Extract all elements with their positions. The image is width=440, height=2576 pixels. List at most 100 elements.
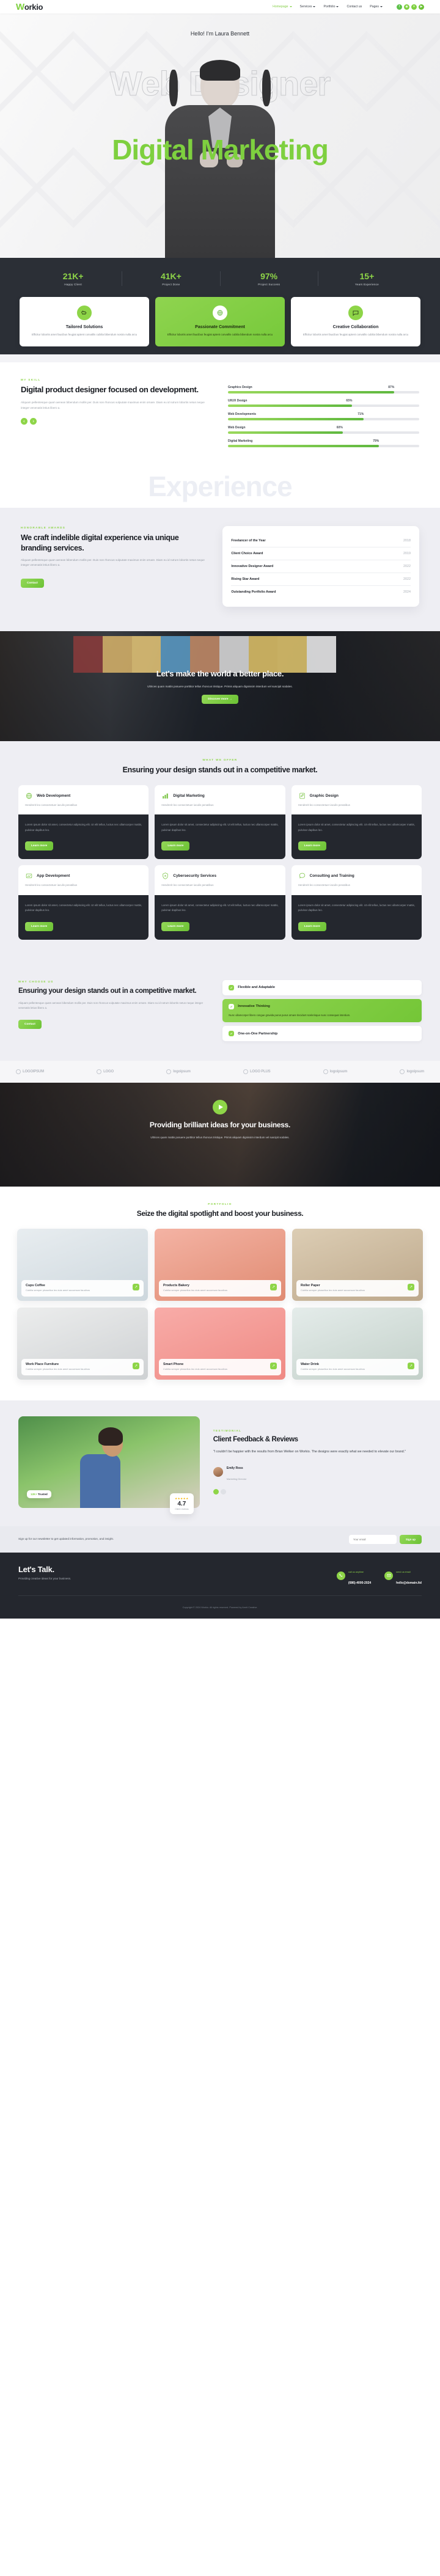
nav-item-services[interactable]: Services (300, 5, 316, 9)
arrow-right-icon[interactable]: ↗ (133, 1363, 139, 1370)
skills-title: Digital product designer focused on deve… (21, 385, 199, 395)
learn-more-button[interactable]: Learn more (161, 921, 190, 931)
badge-number: 12K+ (31, 1492, 37, 1496)
accordion-item-innovative-thinking[interactable]: Innovative Thinking Nunc ullamcorper lib… (222, 998, 422, 1023)
discover-more-button[interactable]: Discover more → (202, 695, 238, 704)
arrow-right-icon[interactable]: ↗ (408, 1363, 414, 1370)
nav-item-pages[interactable]: Pages (370, 5, 383, 9)
social-links: f ◉ ✕ ▶ (397, 4, 424, 10)
testimonial-eyebrow: Testimonial (213, 1429, 242, 1433)
feature-title: Tailored Solutions (65, 325, 103, 329)
check-icon (229, 984, 235, 990)
learn-more-button[interactable]: Learn more (298, 841, 326, 851)
logo-w-mark: W (16, 1, 24, 12)
feature-card-creative-collaboration[interactable]: Creative Collaboration Efficitur loborti… (291, 297, 420, 347)
skill-track (228, 391, 419, 394)
learn-more-button[interactable]: Learn more (25, 921, 54, 931)
learn-more-button[interactable]: Learn more (161, 841, 190, 851)
instagram-icon[interactable]: ◉ (404, 4, 409, 10)
feature-card-tailored-solutions[interactable]: Tailored Solutions Efficitur lobortis am… (20, 297, 149, 347)
awards-list: Freelancer of the Year 2018 Client Choice… (222, 526, 419, 607)
facebook-icon[interactable]: f (397, 4, 402, 10)
logo-mark-icon (243, 1069, 248, 1075)
skill-fill (228, 404, 353, 408)
portfolio-card[interactable]: Smart Phone Cubilia semper phasellus leo … (155, 1307, 285, 1380)
service-body: Lorem ipsum dolor sit amet, consectetur … (25, 903, 142, 912)
portfolio-card[interactable]: Cups Coffee Cubilia semper phasellus leo … (17, 1228, 148, 1301)
video-body: Ultrices quam mattis posuere porttitor t… (150, 1135, 290, 1139)
learn-more-button[interactable]: Learn more (25, 841, 54, 851)
stat-label: Project Success (258, 283, 280, 286)
email-input[interactable] (348, 1534, 397, 1544)
contact-button[interactable]: Contact (21, 578, 44, 588)
portfolio-card-title: Work Place Furniture (26, 1363, 59, 1367)
skill-percent: 87% (388, 386, 395, 390)
hero-greeting: Hello! I'm Laura Bennett (190, 31, 250, 37)
twitter-icon[interactable]: ✕ (411, 4, 417, 10)
portfolio-card-title: Roller Paper (301, 1284, 320, 1288)
pager-dot-active[interactable] (213, 1489, 219, 1495)
footer-copyright-bar: Copyright © 2024 Workio. All rights rese… (18, 1595, 422, 1611)
portfolio-card-sub: Cubilia semper phasellus leo duis amet a… (26, 1289, 90, 1292)
service-card-cybersecurity-services[interactable]: Cybersecurity Services Hendrerit leo con… (155, 865, 285, 940)
play-icon[interactable] (213, 1100, 227, 1115)
portfolio-grid: Cups Coffee Cubilia semper phasellus leo … (17, 1228, 423, 1380)
feature-card-passionate-commitment[interactable]: Passionate Commitment Efficitur lobortis… (155, 297, 285, 347)
globe-icon (213, 306, 227, 320)
portfolio-card[interactable]: Roller Paper Cubilia semper phasellus leo… (292, 1228, 423, 1301)
score-label: Client reviews (175, 1507, 189, 1510)
client-logo: LOGO PLUS (243, 1069, 271, 1075)
pencil-icon (298, 792, 306, 800)
service-card-digital-marketing[interactable]: Digital Marketing Hendrerit leo consecte… (155, 785, 285, 860)
portfolio-card-title: Smart Phone (163, 1363, 184, 1367)
arrow-right-icon[interactable]: ↗ (270, 1284, 277, 1291)
contact-button[interactable]: Contact (18, 1020, 42, 1030)
client-logo: LOGOIPSUM (16, 1069, 44, 1075)
service-card-web-development[interactable]: Web Development Hendrerit leo consectetu… (18, 785, 149, 860)
arrow-right-icon[interactable]: ↗ (133, 1284, 139, 1291)
portfolio-card[interactable]: Work Place Furniture Cubilia semper phase… (17, 1307, 148, 1380)
footer-contact-phone[interactable]: call us anytime (686)-4000-2024 (336, 1565, 372, 1587)
stat-item: 97% Project Success (221, 271, 318, 286)
check-icon (229, 1031, 235, 1037)
service-card-graphic-design[interactable]: Graphic Design Hendrerit leo consectetue… (291, 785, 422, 860)
services-section: WHAT WE OFFER Ensuring your design stand… (0, 741, 440, 967)
stat-label: Years Experience (354, 283, 379, 286)
youtube-icon[interactable]: ▶ (419, 4, 424, 10)
testimonial-author: Emily Ross Marketing Director (213, 1461, 422, 1483)
chat-icon (298, 872, 306, 880)
portfolio-card[interactable]: Water Drink Cubilia semper phasellus leo … (292, 1307, 423, 1380)
chevron-down-icon (380, 6, 383, 7)
arrow-right-icon[interactable]: ↗ (270, 1363, 277, 1370)
skill-fill (228, 391, 395, 394)
site-logo[interactable]: Workio (16, 2, 43, 12)
signup-button[interactable]: Sign up (399, 1534, 422, 1544)
skill-row: Digital Marketing 79% (228, 439, 419, 448)
learn-more-button[interactable]: Learn more (298, 921, 326, 931)
nav-item-contact-us[interactable]: Contact us (346, 5, 362, 9)
contact-value: (686)-4000-2024 (348, 1581, 372, 1585)
services-row: App Development Hendrerit leo consectetu… (18, 865, 422, 940)
pager-dot[interactable] (220, 1489, 226, 1495)
score-value: 4.7 (177, 1500, 186, 1507)
feature-text: Efficitur lobortis amet faucibus feugiat… (31, 333, 138, 336)
accordion-item-flexible-and-adaptable[interactable]: Flexible and Adaptable (222, 979, 422, 995)
accordion-item-one-on-one-partnership[interactable]: One-on-One Partnership (222, 1026, 422, 1042)
portfolio-card[interactable]: Products Bakery Cubilia semper phasellus … (155, 1228, 285, 1301)
arrow-right-icon[interactable]: ↗ (408, 1284, 414, 1291)
service-card-consulting-and-training[interactable]: Consulting and Training Hendrerit leo co… (291, 865, 422, 940)
award-name: Rising Star Award (231, 577, 260, 582)
author-name: Emily Ross (226, 1466, 243, 1471)
chevron-right-icon[interactable] (30, 418, 37, 425)
nav-item-homepage[interactable]: Homepage (273, 5, 292, 9)
service-sub: Hendrerit leo consectetuer iaculis penat… (298, 884, 350, 887)
contact-label: send us email (396, 1570, 411, 1573)
footer-contact-email[interactable]: send us email hello@domain.ltd (384, 1565, 422, 1587)
testimonial-score: ★★★★★ 4.7 Client reviews (170, 1493, 194, 1514)
nav-item-portfolio[interactable]: Portfolio (323, 5, 339, 9)
service-card-app-development[interactable]: App Development Hendrerit leo consectetu… (18, 865, 149, 940)
chevron-down-icon (336, 6, 339, 7)
window-icon (25, 872, 33, 880)
accordion-eyebrow: WHY CHOOSE US (18, 979, 54, 983)
chevron-left-icon[interactable] (21, 418, 28, 425)
